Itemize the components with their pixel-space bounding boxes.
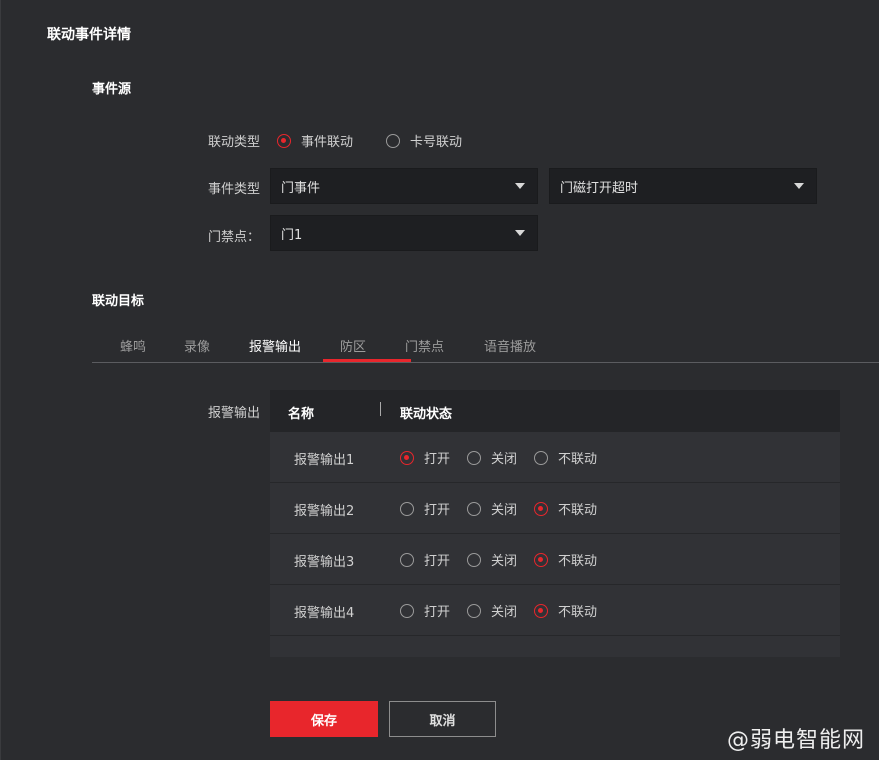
row-name: 报警输出1: [294, 453, 355, 468]
caret-down-icon: [515, 230, 525, 236]
radio-icon: [534, 450, 548, 465]
radio-option-label: 不联动: [558, 452, 598, 467]
radio-option[interactable]: 关闭: [467, 550, 517, 569]
row-name: 报警输出4: [294, 606, 355, 621]
event-source-title: 事件源: [92, 82, 132, 97]
radio-option[interactable]: 打开: [400, 601, 450, 620]
radio-icon: [400, 501, 414, 516]
radio-card-linkage[interactable]: 卡号联动: [386, 131, 462, 150]
door-point-value: 门1: [281, 227, 303, 243]
radio-option[interactable]: 不联动: [534, 601, 597, 620]
tab-recording[interactable]: 录像: [184, 336, 210, 355]
radio-icon: [534, 552, 548, 567]
radio-icon: [534, 501, 548, 516]
radio-option-label: 打开: [424, 554, 451, 569]
left-border: [0, 0, 1, 760]
table-row: 报警输出4 打开 关闭 不联动: [270, 585, 840, 636]
tab-door-point[interactable]: 门禁点: [405, 336, 444, 355]
radio-option-label: 关闭: [491, 503, 518, 518]
radio-option-label: 打开: [424, 503, 451, 518]
radio-option[interactable]: 不联动: [534, 499, 597, 518]
tab-voice-playback[interactable]: 语音播放: [484, 336, 536, 355]
table-header: 名称 联动状态: [270, 390, 840, 432]
column-header-name: 名称: [288, 407, 315, 422]
radio-event-linkage-label: 事件联动: [301, 135, 354, 150]
page-title: 联动事件详情: [47, 27, 131, 43]
radio-icon: [467, 501, 481, 516]
row-name: 报警输出3: [294, 555, 355, 570]
caret-down-icon: [794, 183, 804, 189]
radio-option[interactable]: 不联动: [534, 550, 597, 569]
caret-down-icon: [515, 183, 525, 189]
radio-icon: [467, 450, 481, 465]
tab-zone[interactable]: 防区: [340, 336, 366, 355]
radio-option-label: 不联动: [558, 503, 598, 518]
radio-icon: [467, 603, 481, 618]
radio-option[interactable]: 关闭: [467, 499, 517, 518]
linkage-type-radio-group: 事件联动 卡号联动: [277, 131, 462, 150]
active-tab-indicator: [323, 359, 411, 362]
radio-option[interactable]: 关闭: [467, 601, 517, 620]
radio-option-label: 关闭: [491, 452, 518, 467]
column-divider: [380, 402, 381, 416]
save-button[interactable]: 保存: [270, 701, 378, 737]
radio-event-linkage[interactable]: 事件联动: [277, 131, 353, 150]
tab-alarm-output[interactable]: 报警输出: [249, 336, 301, 355]
radio-card-linkage-label: 卡号联动: [410, 135, 463, 150]
radio-icon: [400, 450, 414, 465]
tab-buzzer[interactable]: 蜂鸣: [120, 336, 146, 355]
radio-icon: [400, 603, 414, 618]
column-header-status: 联动状态: [400, 407, 453, 422]
cancel-button[interactable]: 取消: [389, 701, 496, 737]
alarm-output-label: 报警输出: [207, 406, 260, 421]
radio-option[interactable]: 不联动: [534, 448, 597, 467]
table-row: 报警输出3 打开 关闭 不联动: [270, 534, 840, 585]
event-type-select[interactable]: 门事件: [270, 168, 538, 204]
radio-icon: [386, 133, 401, 148]
radio-icon: [534, 603, 548, 618]
radio-icon: [277, 133, 291, 148]
watermark: @弱电智能网: [726, 728, 865, 753]
linkage-type-label: 联动类型: [207, 135, 260, 150]
radio-option-label: 关闭: [491, 605, 518, 620]
radio-option[interactable]: 打开: [400, 550, 450, 569]
radio-option-label: 打开: [424, 452, 451, 467]
event-type-value: 门事件: [281, 180, 321, 196]
radio-option-label: 打开: [424, 605, 451, 620]
radio-option[interactable]: 关闭: [467, 448, 517, 467]
radio-option[interactable]: 打开: [400, 448, 450, 467]
event-subtype-select[interactable]: 门磁打开超时: [549, 168, 817, 204]
radio-option-label: 不联动: [558, 554, 598, 569]
alarm-output-table: 名称 联动状态 报警输出1 打开 关闭 不联动 报警输出2 打开 关闭 不联动 报警输出3 打开关…: [270, 390, 840, 657]
radio-option-label: 关闭: [491, 554, 518, 569]
linkage-target-tabs: 蜂鸣 录像 报警输出 防区 门禁点 语音播放: [92, 330, 879, 363]
table-row: 报警输出1 打开 关闭 不联动: [270, 432, 840, 483]
event-subtype-value: 门磁打开超时: [560, 180, 639, 196]
row-name: 报警输出2: [294, 504, 355, 519]
radio-option-label: 不联动: [558, 605, 598, 620]
door-point-label: 门禁点：: [207, 230, 260, 245]
radio-icon: [467, 552, 481, 567]
radio-option[interactable]: 打开: [400, 499, 450, 518]
radio-icon: [400, 552, 414, 567]
event-type-label: 事件类型: [207, 182, 260, 197]
linkage-target-title: 联动目标: [92, 294, 145, 309]
door-point-select[interactable]: 门1: [270, 215, 538, 251]
table-row: 报警输出2 打开 关闭 不联动: [270, 483, 840, 534]
